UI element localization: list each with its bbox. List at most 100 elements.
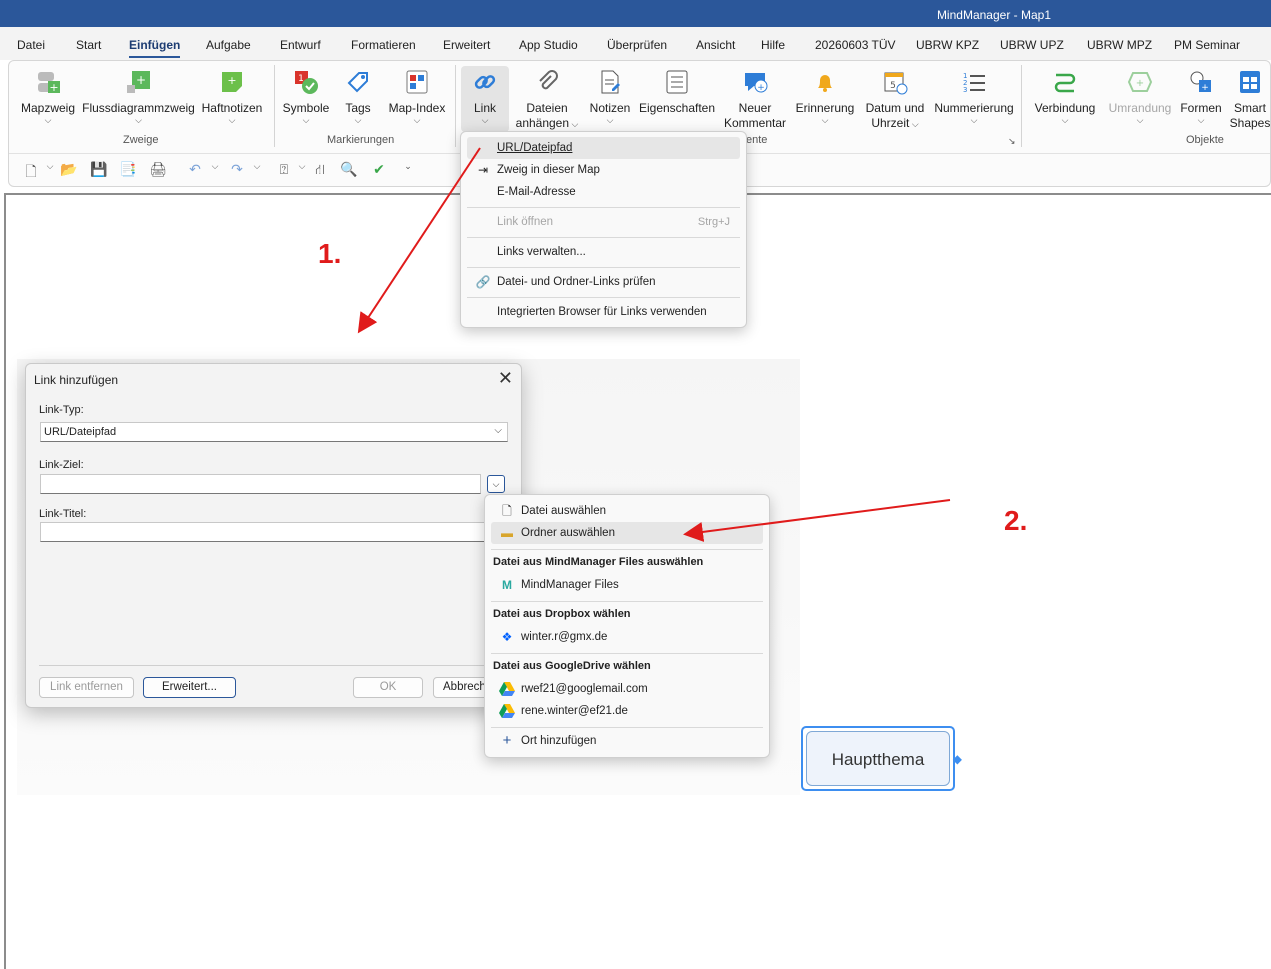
mindmanager-icon: M xyxy=(502,578,512,592)
menu-item-links-verwalten[interactable]: Links verwalten... xyxy=(467,241,740,263)
menu-item-mindmanager-files[interactable]: M MindManager Files xyxy=(491,574,763,596)
file-icon: 🗋 xyxy=(502,504,512,518)
dialog-launcher-icon[interactable]: ↘ xyxy=(1008,136,1016,147)
menu-item-zweig[interactable]: ⇥ Zweig in dieser Map xyxy=(467,159,740,181)
haftnotizen-button[interactable]: + Haftnotizen ⌵ xyxy=(199,69,265,125)
nummerierung-button[interactable]: 123 Nummerierung ⌵ xyxy=(933,69,1015,125)
menu-item-gdrive-account-2[interactable]: rene.winter@ef21.de xyxy=(491,700,763,722)
menu-item-datei-auswaehlen[interactable]: 🗋 Datei auswählen xyxy=(491,500,763,522)
datum-uhrzeit-button[interactable]: 5 Datum und Uhrzeit ⌵ xyxy=(861,69,929,132)
plus-icon: + xyxy=(502,732,512,749)
group-label-zweige: Zweige xyxy=(123,134,159,146)
chevron-down-icon: ⌵ xyxy=(135,115,142,125)
svg-text:+: + xyxy=(757,83,765,93)
link-titel-input[interactable] xyxy=(40,522,495,542)
undo-icon[interactable]: ↶ xyxy=(185,161,205,179)
new-document-icon[interactable]: 🗋 xyxy=(21,161,41,179)
menu-item-browser[interactable]: Integrierten Browser für Links verwenden xyxy=(467,301,740,323)
menu-ubrw-kpz[interactable]: UBRW KPZ xyxy=(916,38,979,52)
menu-formatieren[interactable]: Formatieren xyxy=(351,38,416,52)
flussdiagrammzweig-button[interactable]: + Flussdiagrammzweig ⌵ xyxy=(81,69,196,125)
menu-ansicht[interactable]: Ansicht xyxy=(696,38,735,52)
symbole-label: Symbole xyxy=(282,101,330,115)
menu-datei[interactable]: Datei xyxy=(17,38,45,52)
menu-item-link-oeffnen[interactable]: Link öffnen Strg+J xyxy=(467,211,740,233)
google-drive-icon xyxy=(499,704,515,718)
menu-app-studio[interactable]: App Studio xyxy=(519,38,578,52)
link-typ-select[interactable]: URL/Dateipfad ⌵ xyxy=(40,422,508,442)
link-ziel-dropdown-button[interactable]: ⌵ xyxy=(487,475,505,493)
ok-button[interactable]: OK xyxy=(353,677,423,698)
menu-item-ordner-auswaehlen[interactable]: ▬ Ordner auswählen xyxy=(491,522,763,544)
menu-ubrw-mpz[interactable]: UBRW MPZ xyxy=(1087,38,1152,52)
check-icon[interactable]: ✔ xyxy=(369,161,389,179)
map-index-icon xyxy=(406,70,428,94)
symbol-icon: 1 xyxy=(295,71,318,94)
umrandung-button[interactable]: + Umrandung ⌵ xyxy=(1105,69,1175,125)
menu-item-email-label: E-Mail-Adresse xyxy=(497,186,576,198)
formen-button[interactable]: + Formen ⌵ xyxy=(1177,69,1225,125)
chevron-down-icon[interactable]: ⌵ xyxy=(40,161,60,179)
dateien-anhaengen-button[interactable]: Dateien anhängen ⌵ xyxy=(513,69,581,132)
help-icon[interactable]: ⍰ xyxy=(274,161,294,179)
chevron-down-icon[interactable]: ⌵ xyxy=(292,161,312,179)
erinnerung-button[interactable]: Erinnerung ⌵ xyxy=(793,69,857,125)
link-button[interactable]: Link ⌵ xyxy=(461,66,509,132)
menu-item-email[interactable]: E-Mail-Adresse xyxy=(467,181,740,203)
mapzweig-button[interactable]: + Mapzweig ⌵ xyxy=(17,69,79,125)
save-icon[interactable]: 💾 xyxy=(89,161,109,179)
chevron-down-icon: ⌵ xyxy=(492,479,500,489)
verbindung-button[interactable]: Verbindung ⌵ xyxy=(1027,69,1103,125)
tags-button[interactable]: Tags ⌵ xyxy=(335,69,381,125)
menu-separator xyxy=(491,653,763,654)
chevron-down-icon[interactable]: ⌵ xyxy=(247,161,267,179)
map-index-button[interactable]: Map-Index ⌵ xyxy=(385,69,449,125)
menu-ubrw-upz[interactable]: UBRW UPZ xyxy=(1000,38,1064,52)
chevron-down-icon: ⌵ xyxy=(228,115,236,125)
verbindung-label: Verbindung xyxy=(1034,101,1096,115)
eigenschaften-button[interactable]: Eigenschaften xyxy=(637,69,717,116)
neuer-kommentar-button[interactable]: + Neuer Kommentar xyxy=(721,69,789,131)
link-entfernen-button[interactable]: Link entfernen xyxy=(39,677,134,698)
add-subtopic-handle-icon[interactable]: ◆ xyxy=(953,752,962,766)
menu-bar: Datei Start Einfügen Aufgabe Entwurf For… xyxy=(0,27,1271,60)
customize-toolbar-icon[interactable]: ⌄ xyxy=(398,161,418,179)
preview-icon[interactable]: 🔍 xyxy=(339,161,359,179)
menu-item-dropbox-account[interactable]: ❖ winter.r@gmx.de xyxy=(491,626,763,648)
menu-start[interactable]: Start xyxy=(76,38,101,52)
menu-item-url[interactable]: URL/Dateipfad xyxy=(467,137,740,159)
menu-hilfe[interactable]: Hilfe xyxy=(761,38,785,52)
kommentar-label-2: Kommentar xyxy=(723,116,787,130)
menu-item-ort-hinzufuegen[interactable]: + Ort hinzufügen xyxy=(491,730,763,752)
smart-shapes-button[interactable]: Smart Shapes xyxy=(1229,69,1271,131)
print-icon[interactable]: 🖨 xyxy=(148,161,168,179)
menu-tuev[interactable]: 20260603 TÜV xyxy=(815,38,896,52)
open-folder-icon[interactable]: 📂 xyxy=(59,161,79,179)
tag-icon xyxy=(347,72,368,93)
paperclip-icon xyxy=(539,70,558,90)
menu-pm-seminar[interactable]: PM Seminar xyxy=(1174,38,1240,52)
central-topic[interactable]: Hauptthema ◆ xyxy=(801,726,962,791)
menu-aufgabe[interactable]: Aufgabe xyxy=(206,38,251,52)
link-check-icon: 🔗 xyxy=(475,275,491,289)
erweitert-button[interactable]: Erweitert... xyxy=(143,677,236,698)
sticky-note-icon: + xyxy=(222,72,242,92)
chevron-down-icon: ⌵ xyxy=(1197,115,1205,125)
link-target-menu: 🗋 Datei auswählen ▬ Ordner auswählen Datei… xyxy=(484,494,770,758)
topic-link-icon: ⇥ xyxy=(477,163,489,177)
symbole-button[interactable]: 1 Symbole ⌵ xyxy=(281,69,331,125)
haftnotizen-label: Haftnotizen xyxy=(201,101,263,115)
redo-icon[interactable]: ↷ xyxy=(227,161,247,179)
close-icon[interactable]: ✕ xyxy=(498,368,513,389)
menu-item-gdrive-account-1[interactable]: rwef21@googlemail.com xyxy=(491,678,763,700)
notizen-button[interactable]: Notizen ⌵ xyxy=(585,69,635,125)
map-structure-icon[interactable]: ⛙ xyxy=(310,161,330,179)
save-as-icon[interactable]: 📑 xyxy=(118,161,138,179)
menu-entwurf[interactable]: Entwurf xyxy=(280,38,321,52)
link-ziel-input[interactable] xyxy=(40,474,481,494)
menu-erweitert[interactable]: Erweitert xyxy=(443,38,490,52)
chevron-down-icon[interactable]: ⌵ xyxy=(205,161,225,179)
menu-item-links-pruefen[interactable]: 🔗 Datei- und Ordner-Links prüfen xyxy=(467,271,740,293)
menu-ueberpruefen[interactable]: Überprüfen xyxy=(607,38,667,52)
menu-einfuegen[interactable]: Einfügen xyxy=(129,38,181,58)
